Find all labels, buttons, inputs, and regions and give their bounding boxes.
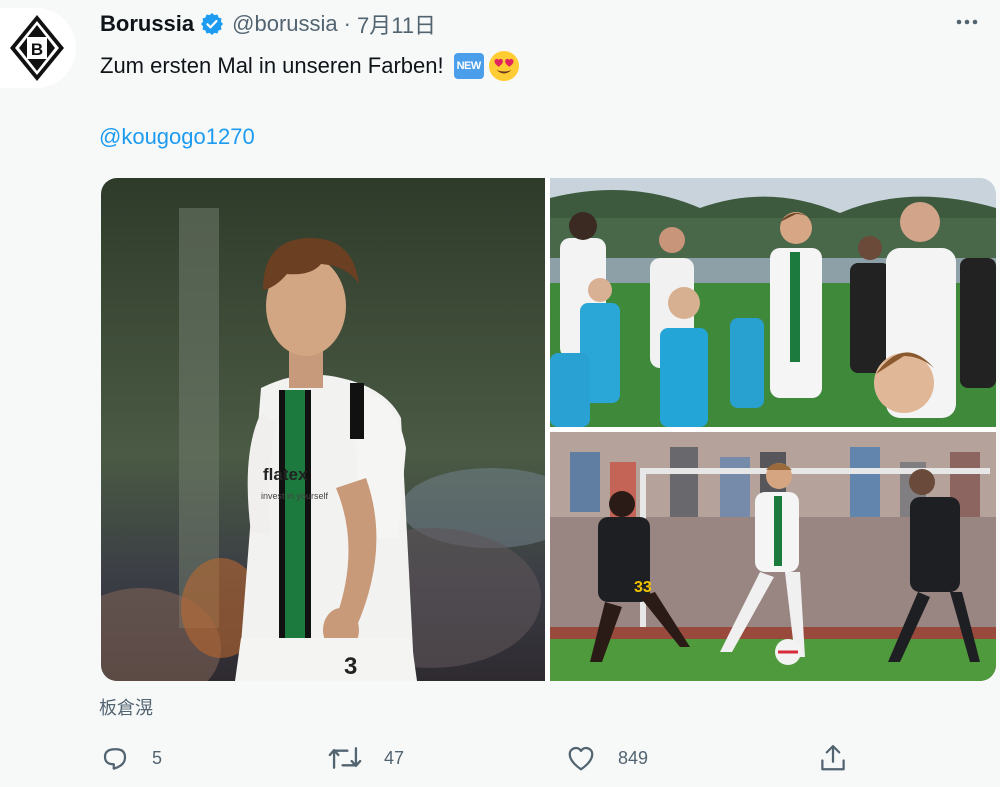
heart-icon: [568, 746, 594, 771]
shirt-sponsor-subtext: invest in yourself: [261, 491, 329, 501]
borussia-logo-icon: B: [10, 15, 64, 81]
heart-eyes-emoji-icon: [488, 50, 520, 82]
share-icon: [821, 745, 845, 771]
tweet-date[interactable]: 7月11日: [357, 8, 436, 40]
tweet-body: Zum ersten Mal in unseren Farben!: [100, 53, 444, 78]
photo-match-action[interactable]: 33: [550, 432, 996, 681]
svg-text:B: B: [31, 40, 43, 59]
reply-count: 5: [152, 747, 163, 768]
verified-badge-icon: [200, 12, 224, 36]
handle[interactable]: @borussia: [232, 11, 338, 37]
media-grid: 3 flatex invest in yourself 33: [101, 178, 996, 681]
retweet-button[interactable]: 47: [328, 740, 404, 776]
avatar[interactable]: B: [0, 8, 76, 88]
svg-text:3: 3: [344, 653, 357, 680]
retweet-icon: [328, 747, 362, 769]
display-name[interactable]: Borussia: [100, 11, 194, 37]
share-button[interactable]: [818, 740, 870, 776]
photo-player-portrait[interactable]: 3 flatex invest in yourself: [101, 178, 545, 681]
retweet-count: 47: [384, 747, 405, 768]
like-button[interactable]: 849: [566, 740, 648, 776]
mention-link[interactable]: @kougogo1270: [99, 124, 255, 150]
svg-text:33: 33: [634, 579, 652, 596]
tweet-header: Borussia @borussia · 7月11日: [100, 8, 436, 40]
tweet-text: Zum ersten Mal in unseren Farben! NEW: [100, 46, 520, 86]
separator-dot: ·: [343, 11, 351, 36]
more-options-icon[interactable]: [952, 10, 982, 34]
photo-walkout-with-kids[interactable]: [550, 178, 996, 427]
reply-button[interactable]: 5: [100, 740, 162, 776]
photo-caption: 板倉滉: [99, 698, 153, 718]
new-emoji-badge: NEW: [453, 53, 484, 79]
tweet-actions: 5 47 849: [100, 740, 860, 776]
reply-icon: [103, 748, 127, 770]
like-count: 849: [618, 747, 649, 768]
shirt-sponsor-text: flatex: [263, 465, 308, 484]
